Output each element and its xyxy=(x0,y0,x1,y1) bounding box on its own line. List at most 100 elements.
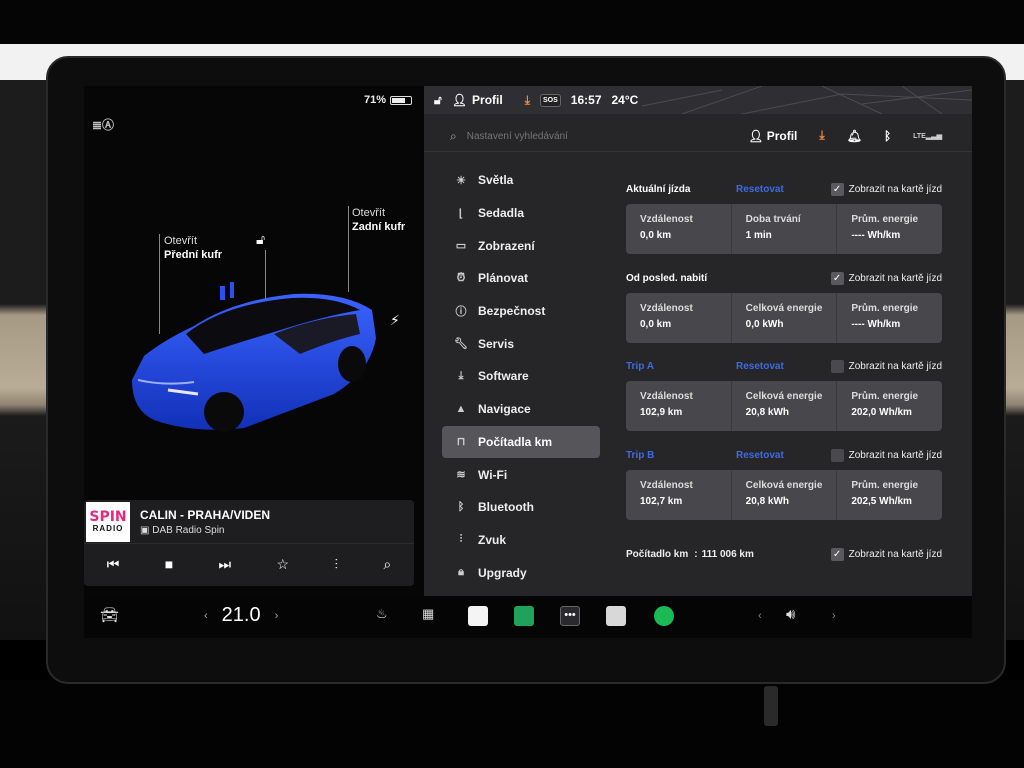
trip-a-show-checkbox[interactable]: Zobrazit na kartě jízd xyxy=(830,359,942,373)
navigation-icon: ▲ xyxy=(455,403,467,416)
manual-app-icon[interactable] xyxy=(606,606,626,626)
since-charge-title: Od posled. nabití xyxy=(626,272,708,284)
nav-item[interactable]: ▲ Navigace xyxy=(442,393,600,426)
nav-item-label: Sedadla xyxy=(478,206,525,221)
settings-search-input[interactable] xyxy=(466,131,707,142)
temp-up-button[interactable]: › xyxy=(275,610,279,622)
sos-button[interactable]: SOS xyxy=(540,93,561,107)
front-trunk-name: Přední kufr xyxy=(164,249,223,261)
energy-app-icon[interactable] xyxy=(514,606,534,626)
stat-cell: Doba trvání 1 min xyxy=(732,204,838,254)
media-search-icon[interactable]: ⌕ xyxy=(383,556,391,573)
checkbox-unchecked-icon xyxy=(830,448,844,462)
nav-item-label: Počítadla km xyxy=(478,434,553,449)
current-trip-show-checkbox[interactable]: ✓ Zobrazit na kartě jízd xyxy=(830,182,942,196)
volume-up-button[interactable]: › xyxy=(832,610,836,622)
current-trip-section: Aktuální jízda Resetovat ✓ Zobrazit na ka… xyxy=(626,182,942,254)
stat-value: 1 min xyxy=(745,230,772,241)
trip-a-reset-button[interactable]: Resetovat xyxy=(736,361,830,372)
clock: 16:57 xyxy=(570,93,602,107)
volume-icon[interactable]: 🔊︎ xyxy=(786,606,795,623)
dab-icon: ▣ xyxy=(140,524,153,536)
stat-label: Vzdálenost xyxy=(640,214,693,225)
nav-item-label: Software xyxy=(478,369,529,384)
wrench-icon: 🔧︎ xyxy=(454,338,468,351)
software-download-icon[interactable]: ⤓ xyxy=(819,128,824,143)
battery-percent: 71% xyxy=(364,94,387,106)
nav-item[interactable]: ᛒ Bluetooth xyxy=(442,491,600,524)
temp-down-button[interactable]: ‹ xyxy=(204,610,208,622)
bluetooth-icon[interactable]: ᛒ xyxy=(884,129,891,143)
nav-item[interactable]: 🔧︎ Servis xyxy=(442,327,600,360)
calendar-app-icon[interactable] xyxy=(468,606,488,626)
current-trip-reset-button[interactable]: Resetovat xyxy=(736,184,830,195)
nav-item[interactable]: 🔒︎ Upgrady xyxy=(442,556,600,589)
stat-value: 102,9 km xyxy=(640,407,683,418)
volume-down-button[interactable]: ‹ xyxy=(758,610,762,622)
stat-label: Vzdálenost xyxy=(640,303,693,314)
stat-cell: Prům. energie ---- Wh/km xyxy=(837,293,942,343)
battery-icon xyxy=(390,95,413,105)
download-icon[interactable]: ⤓ xyxy=(525,93,530,108)
nav-item[interactable]: ☀ Světla xyxy=(442,164,600,197)
search-icon: ⌕ xyxy=(450,129,457,143)
rear-defrost-icon[interactable]: ▦ xyxy=(422,606,434,622)
since-charge-show-checkbox[interactable]: ✓ Zobrazit na kartě jízd xyxy=(830,271,942,285)
person-icon: 👤︎ xyxy=(451,93,468,107)
nav-item-label: Bluetooth xyxy=(478,500,534,515)
odometer-show-checkbox[interactable]: ✓ Zobrazit na kartě jízd xyxy=(830,548,942,561)
nav-item[interactable]: ⤓ Software xyxy=(442,360,600,393)
trip-b-card: Vzdálenost 102,7 km Celková energie 20,8 kW… xyxy=(626,470,942,520)
nav-item[interactable]: ▭ Zobrazení xyxy=(442,229,600,262)
lock-status-icon[interactable]: 🔓︎ xyxy=(434,93,442,108)
stat-cell: Celková energie 0,0 kWh xyxy=(732,293,838,343)
stat-label: Prům. energie xyxy=(851,303,919,314)
station-logo-top: SPIN xyxy=(89,509,127,525)
nav-item-label: Světla xyxy=(478,173,514,188)
front-trunk-button[interactable]: Otevřít Přední kufr xyxy=(164,234,222,262)
auto-headlights-icon[interactable]: ≣Ⓐ xyxy=(92,116,114,133)
trip-b-reset-button[interactable]: Resetovat xyxy=(736,450,830,461)
trip-b-show-checkbox[interactable]: Zobrazit na kartě jízd xyxy=(830,448,942,462)
nav-item[interactable]: ⊓ Počítadla km xyxy=(442,425,600,459)
rear-trunk-callout xyxy=(348,206,349,292)
stat-value: 0,0 km xyxy=(640,230,672,241)
current-trip-card: Vzdálenost 0,0 km Doba trvání 1 min Prům. en… xyxy=(626,204,942,254)
front-defrost-icon[interactable]: ♨︎ xyxy=(376,606,388,622)
rear-trunk-button[interactable]: Otevřít Zadní kufr xyxy=(352,206,405,234)
station-logo: SPIN RADIO xyxy=(86,501,130,542)
nav-item-label: Wi-Fi xyxy=(478,467,508,482)
nav-item[interactable]: ⌊ Sedadla xyxy=(442,197,600,230)
bell-icon[interactable]: 🔔︎ xyxy=(847,129,862,143)
media-player[interactable]: SPIN RADIO CALIN - PRAHA/VIDEN ▣ DAB Rad… xyxy=(84,500,414,586)
nav-item[interactable]: ⓘ Bezpečnost xyxy=(442,295,600,328)
stat-label: Celková energie xyxy=(745,303,823,314)
search-profile-label: Profil xyxy=(766,128,798,143)
nav-item[interactable]: ⫶ Zvuk xyxy=(442,524,600,557)
nav-item[interactable]: ≋ Wi-Fi xyxy=(442,458,600,491)
car-model-image xyxy=(132,282,376,432)
next-track-icon[interactable]: ⏭︎ xyxy=(219,556,232,573)
equalizer-icon[interactable]: ⫶ xyxy=(335,556,339,573)
stat-value: 202,0 Wh/km xyxy=(851,407,912,418)
settings-nav: ☀ Světla ⌊ Sedadla ▭ Zobrazení ⏰︎ Plánovat ⓘ Bezp… xyxy=(442,164,600,589)
stat-value: 202,5 Wh/km xyxy=(851,496,912,507)
stat-value: 0,0 kWh xyxy=(745,319,784,330)
wifi-icon: ≋ xyxy=(456,469,466,482)
previous-track-icon[interactable]: ⏮︎ xyxy=(107,556,120,573)
nav-item-label: Plánovat xyxy=(478,271,529,286)
nav-item[interactable]: ⏰︎ Plánovat xyxy=(442,262,600,295)
unlock-icon[interactable]: 🔓︎ xyxy=(256,231,265,248)
favorite-star-icon[interactable]: ☆ xyxy=(277,556,290,573)
car-icon[interactable]: 🚘︎ xyxy=(100,606,119,624)
stop-icon[interactable]: ■ xyxy=(165,556,173,572)
trip-a-show-label: Zobrazit na kartě jízd xyxy=(848,360,942,372)
charge-port-icon[interactable]: ⚡︎ xyxy=(390,312,400,329)
outside-temperature: 24°C xyxy=(611,93,639,107)
search-profile-button[interactable]: 👤︎ Profil xyxy=(748,129,797,143)
cabin-temperature[interactable]: 21.0 xyxy=(222,604,261,627)
spotify-icon[interactable] xyxy=(654,606,674,626)
station-logo-bottom: RADIO xyxy=(92,524,124,533)
profile-button[interactable]: 👤︎ Profil xyxy=(452,93,503,107)
more-apps-icon[interactable]: ••• xyxy=(560,606,580,626)
